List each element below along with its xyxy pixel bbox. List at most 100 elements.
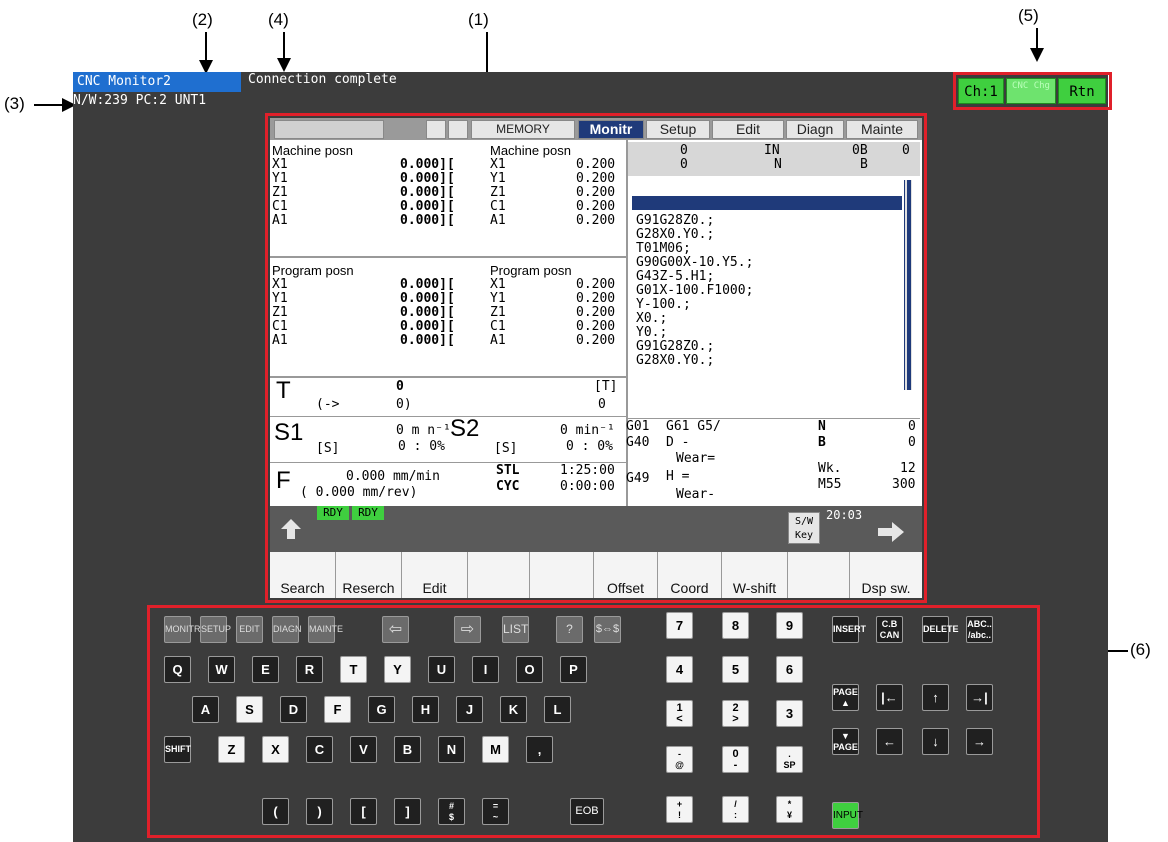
key-abc[interactable]: ABC.. /abc..	[966, 616, 993, 643]
key-z[interactable]: Z	[218, 736, 245, 763]
key-1[interactable]: 1 <	[666, 700, 693, 727]
key-page-up[interactable]: PAGE ▲	[832, 684, 859, 711]
key-page-down[interactable]: ▼ PAGE	[832, 728, 859, 755]
key-d[interactable]: D	[280, 696, 307, 723]
key-c[interactable]: C	[306, 736, 333, 763]
softkey-blank-2[interactable]	[530, 552, 594, 598]
tab-diagn[interactable]: Diagn	[786, 120, 844, 139]
program-scrollbar[interactable]	[904, 180, 912, 390]
softkey-w-shift[interactable]: W-shift	[722, 552, 788, 598]
key-dot[interactable]: . SP	[776, 746, 803, 773]
key-minus[interactable]: - @	[666, 746, 693, 773]
softkey-coord[interactable]: Coord	[658, 552, 722, 598]
key-7[interactable]: 7	[666, 612, 693, 639]
key-p[interactable]: P	[560, 656, 587, 683]
up-arrow-icon[interactable]	[278, 516, 304, 542]
key-slash[interactable]: / :	[722, 796, 749, 823]
key-comma[interactable]: ,	[526, 736, 553, 763]
tab-monitr[interactable]: Monitr	[578, 120, 644, 139]
key-left-icon[interactable]: ←	[876, 728, 903, 755]
key-monitr[interactable]: MONITR	[164, 616, 201, 643]
key-n[interactable]: N	[438, 736, 465, 763]
key-plus[interactable]: + !	[666, 796, 693, 823]
key-s[interactable]: S	[236, 696, 263, 723]
key-2[interactable]: 2 >	[722, 700, 749, 727]
key-rbracket[interactable]: ]	[394, 798, 421, 825]
key-0[interactable]: 0 -	[722, 746, 749, 773]
key-up-icon[interactable]: ↑	[922, 684, 949, 711]
key-q[interactable]: Q	[164, 656, 191, 683]
channel-button[interactable]: Ch:1	[958, 78, 1004, 104]
key-e[interactable]: E	[252, 656, 279, 683]
counter-b-label: B	[818, 435, 826, 450]
key-delete[interactable]: DELETE	[922, 616, 959, 643]
key-k[interactable]: K	[500, 696, 527, 723]
modal-wear-1: Wear=	[676, 451, 716, 466]
key-r[interactable]: R	[296, 656, 323, 683]
key-v[interactable]: V	[350, 736, 377, 763]
key-8[interactable]: 8	[722, 612, 749, 639]
scrollbar-thumb[interactable]	[907, 180, 911, 390]
key-prev-icon[interactable]: ⇦	[382, 616, 409, 643]
key-t[interactable]: T	[340, 656, 367, 683]
key-list[interactable]: LIST	[502, 616, 529, 643]
key-j[interactable]: J	[456, 696, 483, 723]
softkey-blank-3[interactable]	[788, 552, 850, 598]
key-h[interactable]: H	[412, 696, 439, 723]
key-i[interactable]: I	[472, 656, 499, 683]
key-next-icon[interactable]: ⇨	[454, 616, 481, 643]
key-4[interactable]: 4	[666, 656, 693, 683]
tab-mainte[interactable]: Mainte	[846, 120, 918, 139]
key-diagn[interactable]: DIAGN	[272, 616, 302, 643]
softkey-offset[interactable]: Offset	[594, 552, 658, 598]
key-hash-dollar[interactable]: # $	[438, 798, 465, 825]
key-9[interactable]: 9	[776, 612, 803, 639]
softkey-search[interactable]: Search	[270, 552, 336, 598]
key-setup[interactable]: SETUP	[200, 616, 231, 643]
key-b[interactable]: B	[394, 736, 421, 763]
key-eob[interactable]: EOB	[570, 798, 604, 825]
key-help[interactable]: ?	[556, 616, 583, 643]
key-down-icon[interactable]: ↓	[922, 728, 949, 755]
key-cb-can[interactable]: C.B CAN	[876, 616, 903, 643]
key-lbracket[interactable]: [	[350, 798, 377, 825]
key-y[interactable]: Y	[384, 656, 411, 683]
key-m[interactable]: M	[482, 736, 509, 763]
softkey-dsp-sw[interactable]: Dsp sw.	[850, 552, 922, 598]
softkey-edit[interactable]: Edit	[402, 552, 468, 598]
key-input[interactable]: INPUT	[832, 802, 863, 829]
tab-setup[interactable]: Setup	[646, 120, 710, 139]
key-right-icon[interactable]: →	[966, 728, 993, 755]
key-mainte[interactable]: MAINTE	[308, 616, 343, 643]
key-o[interactable]: O	[516, 656, 543, 683]
key-f[interactable]: F	[324, 696, 351, 723]
softkey-blank-1[interactable]	[468, 552, 530, 598]
key-insert[interactable]: INSERT	[832, 616, 866, 643]
return-button[interactable]: Rtn	[1058, 78, 1106, 104]
key-u[interactable]: U	[428, 656, 455, 683]
key-lparen[interactable]: (	[262, 798, 289, 825]
key-3[interactable]: 3	[776, 700, 803, 727]
key-swap[interactable]: $⇔$	[594, 616, 621, 643]
right-arrow-icon[interactable]	[876, 520, 906, 544]
key-5[interactable]: 5	[722, 656, 749, 683]
key-equals-tilde[interactable]: = ~	[482, 798, 509, 825]
cnc-change-button[interactable]: CNC Chg	[1006, 78, 1056, 104]
key-a[interactable]: A	[192, 696, 219, 723]
key-home-icon[interactable]: |←	[876, 684, 903, 711]
software-key-button[interactable]: S/W Key	[788, 512, 820, 544]
key-6[interactable]: 6	[776, 656, 803, 683]
tab-edit[interactable]: Edit	[712, 120, 784, 139]
key-edit[interactable]: EDIT	[236, 616, 263, 643]
key-shift[interactable]: SHIFT	[164, 736, 191, 763]
key-g[interactable]: G	[368, 696, 395, 723]
softkey-reserch[interactable]: Reserch	[336, 552, 402, 598]
machine-axis-x1-2: X1	[490, 157, 506, 172]
key-asterisk[interactable]: * ¥	[776, 796, 803, 823]
key-w[interactable]: W	[208, 656, 235, 683]
key-rparen[interactable]: )	[306, 798, 333, 825]
key-l[interactable]: L	[544, 696, 571, 723]
key-end-icon[interactable]: →|	[966, 684, 993, 711]
machine-value-c1-2: 0.200	[576, 199, 616, 214]
key-x[interactable]: X	[262, 736, 289, 763]
